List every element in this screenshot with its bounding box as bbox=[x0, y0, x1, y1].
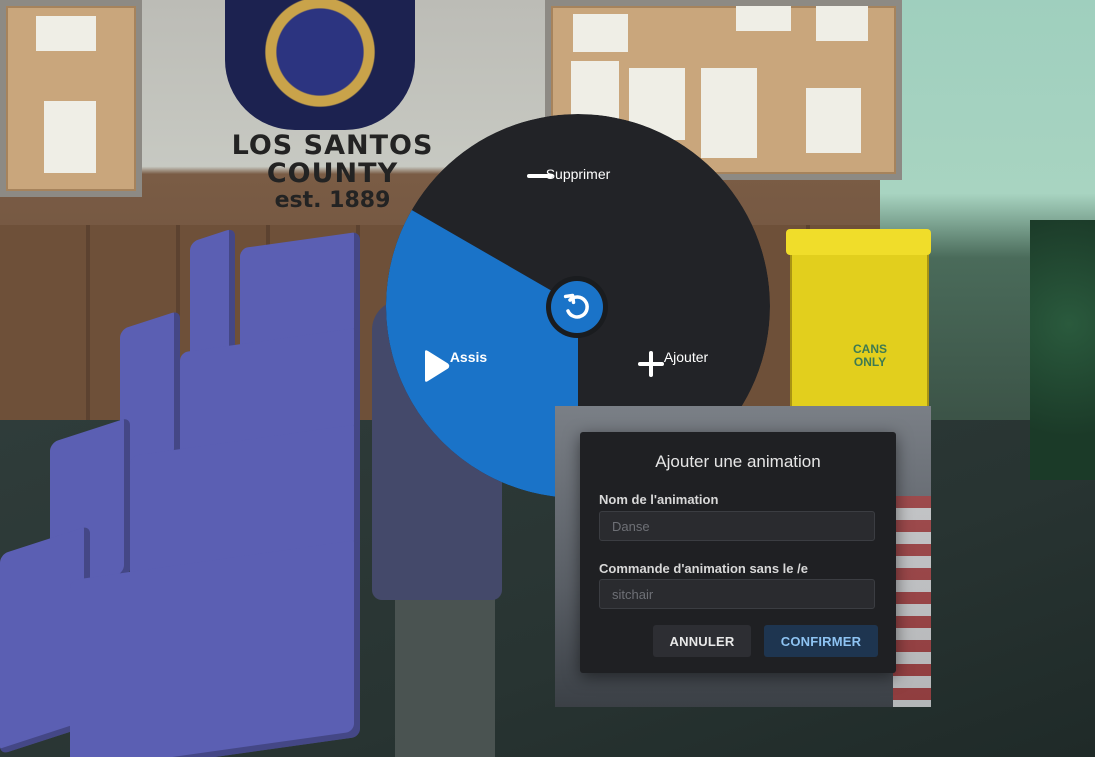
recycling-bin: CANS ONLY bbox=[786, 229, 931, 414]
flag bbox=[893, 496, 931, 707]
minus-icon bbox=[527, 174, 553, 178]
radial-item-remove[interactable]: Supprimer bbox=[526, 166, 630, 182]
bulletin-board-left bbox=[0, 0, 142, 197]
potted-plant bbox=[1030, 220, 1095, 480]
cancel-button[interactable]: ANNULER bbox=[653, 625, 751, 657]
radial-center-button[interactable] bbox=[546, 276, 608, 338]
dialog-title: Ajouter une animation bbox=[655, 452, 821, 471]
animation-command-label: Commande d'animation sans le /e bbox=[599, 561, 808, 576]
animation-command-input[interactable] bbox=[599, 579, 875, 609]
undo-icon bbox=[563, 293, 589, 319]
plus-icon bbox=[638, 351, 664, 377]
bin-label: CANS ONLY bbox=[852, 342, 887, 370]
animation-name-label: Nom de l'animation bbox=[599, 492, 719, 507]
county-badge-emblem bbox=[225, 0, 415, 130]
confirm-button[interactable]: CONFIRMER bbox=[764, 625, 878, 657]
play-icon bbox=[425, 350, 450, 382]
radial-item-add[interactable]: Ajouter bbox=[636, 349, 736, 377]
add-animation-dialog: Ajouter une animation Nom de l'animation… bbox=[580, 432, 896, 673]
radial-item-sit[interactable]: Assis bbox=[421, 349, 516, 382]
animation-name-input[interactable] bbox=[599, 511, 875, 541]
